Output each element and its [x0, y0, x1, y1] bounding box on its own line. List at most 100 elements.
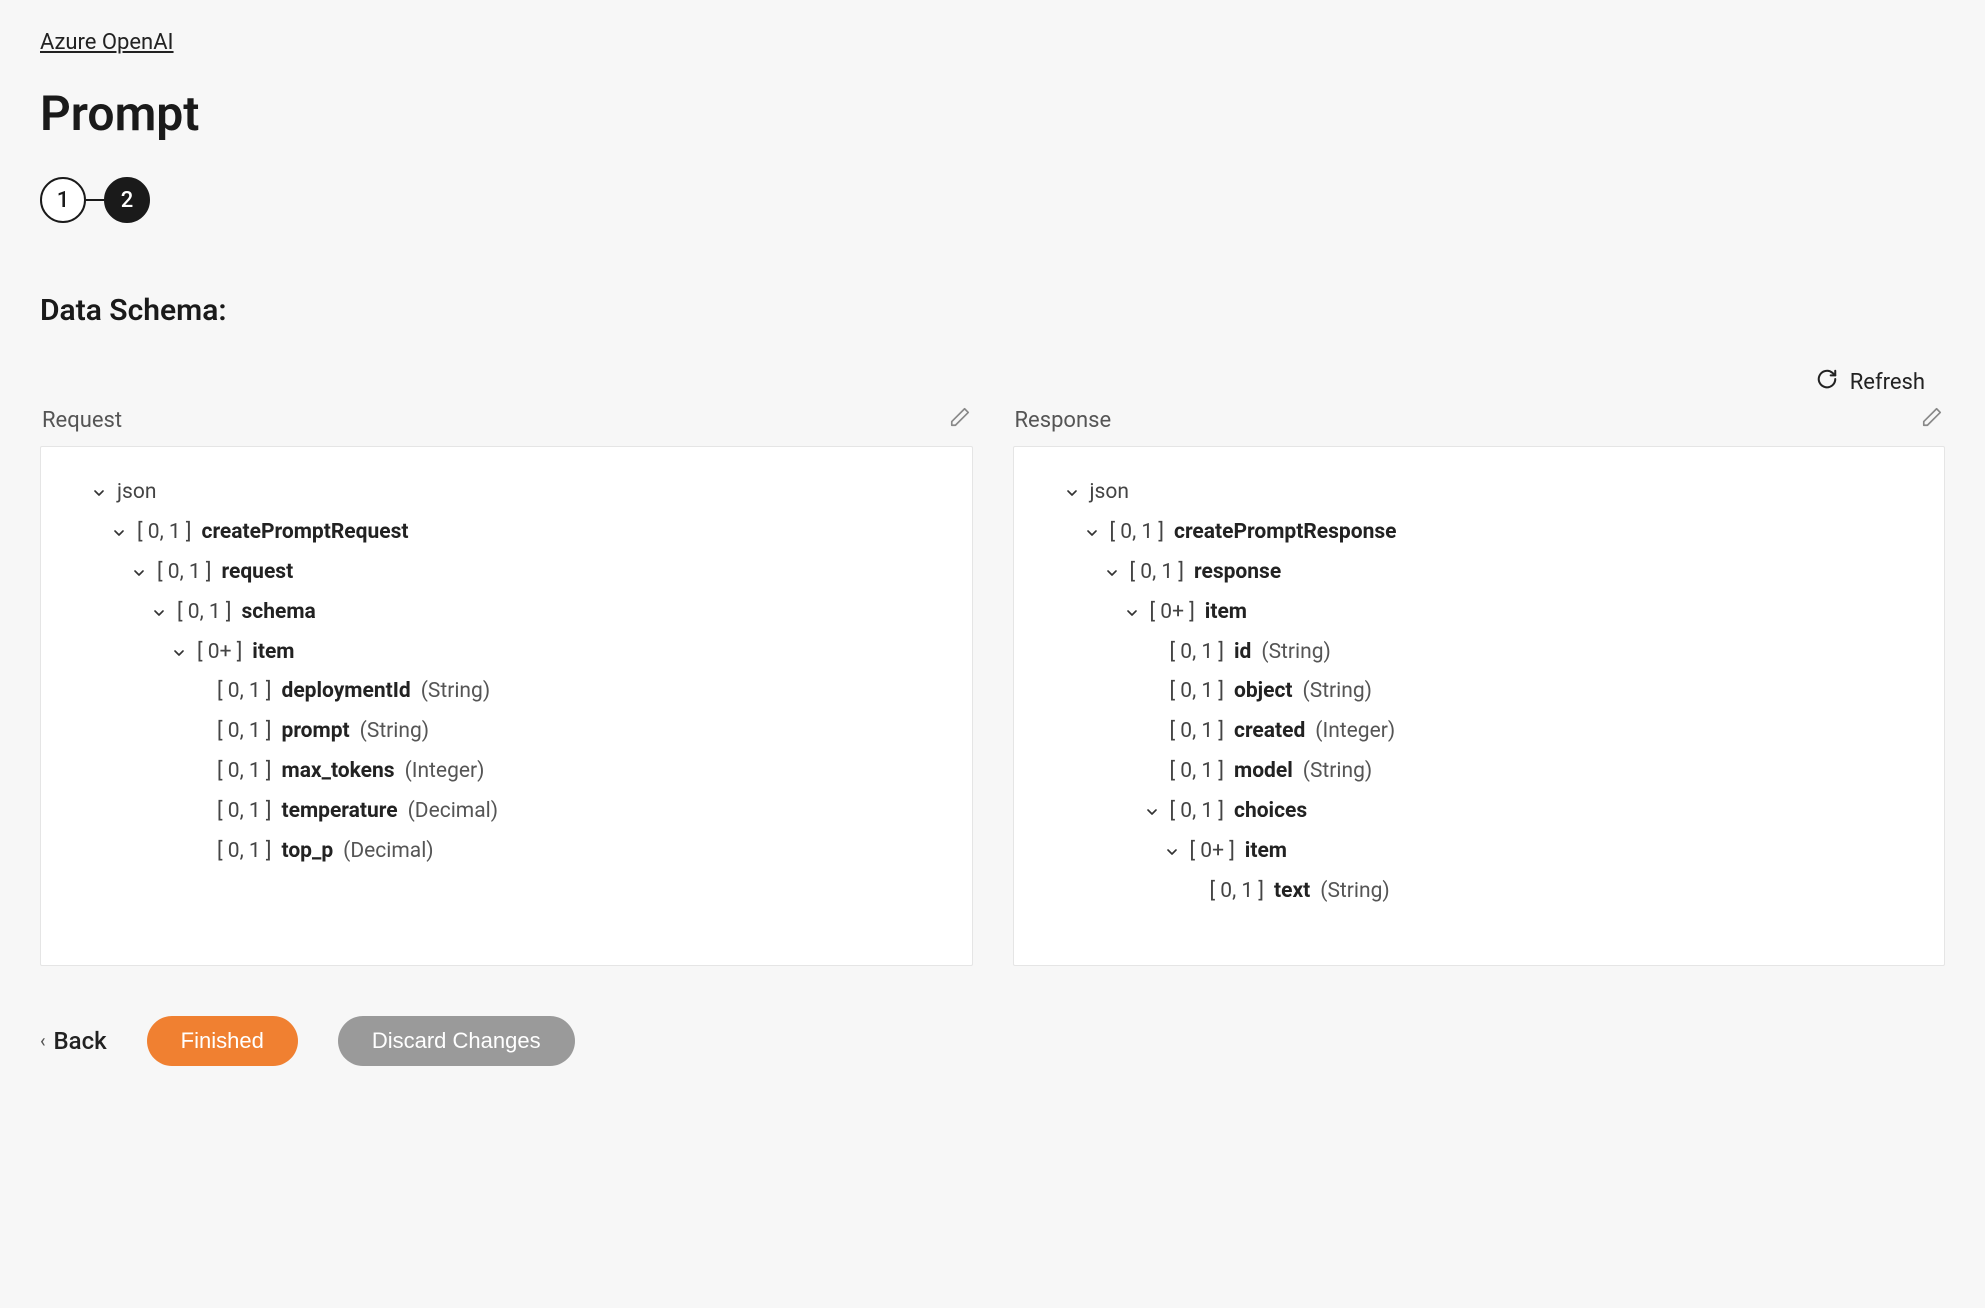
- refresh-button[interactable]: Refresh: [1816, 368, 1925, 396]
- request-column: Request json[ 0, 1 ]createPromptRequest[…: [40, 402, 973, 966]
- step-1[interactable]: 1: [40, 177, 86, 223]
- field-name: response: [1194, 553, 1281, 593]
- step-2[interactable]: 2: [104, 177, 150, 223]
- cardinality: [ 0, 1 ]: [177, 593, 232, 633]
- tree-row: [ 0, 1 ]created(Integer): [1044, 712, 1915, 752]
- chevron-down-icon[interactable]: [1084, 525, 1100, 541]
- cardinality: [ 0+ ]: [1190, 832, 1235, 872]
- field-name: object: [1234, 672, 1293, 712]
- breadcrumb-link[interactable]: Azure OpenAI: [40, 30, 174, 55]
- tree-row: [ 0, 1 ]createPromptResponse: [1044, 513, 1915, 553]
- back-label: Back: [54, 1027, 107, 1055]
- cardinality: [ 0, 1 ]: [217, 832, 272, 872]
- tree-row: [ 0, 1 ]request: [71, 553, 942, 593]
- field-name: item: [1245, 832, 1287, 872]
- response-label: Response: [1015, 408, 1112, 433]
- field-type: (String): [1303, 752, 1372, 792]
- field-type: (String): [421, 672, 490, 712]
- field-name: id: [1234, 633, 1251, 673]
- cardinality: [ 0, 1 ]: [1210, 872, 1265, 912]
- edit-response-button[interactable]: [1921, 406, 1943, 434]
- back-button[interactable]: ‹ Back: [40, 1027, 107, 1055]
- cardinality: [ 0+ ]: [197, 633, 242, 673]
- cardinality: [ 0, 1 ]: [1130, 553, 1185, 593]
- cardinality: [ 0, 1 ]: [1170, 712, 1225, 752]
- cardinality: [ 0, 1 ]: [1170, 633, 1225, 673]
- stepper: 1 2: [40, 177, 1945, 223]
- chevron-down-icon[interactable]: [1144, 804, 1160, 820]
- field-name: top_p: [282, 832, 334, 872]
- field-name: prompt: [282, 712, 350, 752]
- field-type: (Decimal): [408, 792, 498, 832]
- field-type: (String): [360, 712, 429, 752]
- cardinality: [ 0, 1 ]: [1110, 513, 1165, 553]
- field-name: choices: [1234, 792, 1307, 832]
- request-tree: json[ 0, 1 ]createPromptRequest[ 0, 1 ]r…: [71, 473, 942, 872]
- chevron-down-icon[interactable]: [1164, 844, 1180, 860]
- field-name: json: [117, 473, 156, 513]
- refresh-icon: [1816, 368, 1838, 396]
- field-type: (String): [1320, 872, 1389, 912]
- cardinality: [ 0, 1 ]: [217, 792, 272, 832]
- chevron-down-icon[interactable]: [151, 605, 167, 621]
- field-name: created: [1234, 712, 1305, 752]
- tree-row: [ 0, 1 ]model(String): [1044, 752, 1915, 792]
- field-name: temperature: [282, 792, 398, 832]
- field-name: request: [222, 553, 294, 593]
- tree-row: [ 0+ ]item: [1044, 832, 1915, 872]
- field-name: item: [252, 633, 294, 673]
- tree-row: [ 0, 1 ]temperature(Decimal): [71, 792, 942, 832]
- cardinality: [ 0, 1 ]: [137, 513, 192, 553]
- chevron-down-icon[interactable]: [131, 565, 147, 581]
- field-name: schema: [242, 593, 316, 633]
- tree-row: [ 0, 1 ]createPromptRequest: [71, 513, 942, 553]
- chevron-left-icon: ‹: [40, 1031, 46, 1052]
- tree-row: [ 0, 1 ]object(String): [1044, 672, 1915, 712]
- edit-request-button[interactable]: [949, 406, 971, 434]
- field-name: createPromptResponse: [1174, 513, 1396, 553]
- chevron-down-icon[interactable]: [1104, 565, 1120, 581]
- chevron-down-icon[interactable]: [111, 525, 127, 541]
- chevron-down-icon[interactable]: [91, 485, 107, 501]
- pencil-icon: [949, 409, 971, 434]
- discard-changes-button[interactable]: Discard Changes: [338, 1016, 575, 1066]
- field-name: createPromptRequest: [202, 513, 409, 553]
- cardinality: [ 0, 1 ]: [1170, 752, 1225, 792]
- response-card: json[ 0, 1 ]createPromptResponse[ 0, 1 ]…: [1013, 446, 1946, 966]
- tree-row: [ 0, 1 ]id(String): [1044, 633, 1915, 673]
- tree-row: [ 0, 1 ]response: [1044, 553, 1915, 593]
- tree-row: [ 0, 1 ]max_tokens(Integer): [71, 752, 942, 792]
- tree-row: [ 0+ ]item: [71, 633, 942, 673]
- response-tree: json[ 0, 1 ]createPromptResponse[ 0, 1 ]…: [1044, 473, 1915, 912]
- field-name: deploymentId: [282, 672, 411, 712]
- cardinality: [ 0, 1 ]: [157, 553, 212, 593]
- cardinality: [ 0, 1 ]: [1170, 792, 1225, 832]
- tree-row: [ 0+ ]item: [1044, 593, 1915, 633]
- tree-row: [ 0, 1 ]deploymentId(String): [71, 672, 942, 712]
- cardinality: [ 0+ ]: [1150, 593, 1195, 633]
- field-name: item: [1205, 593, 1247, 633]
- finished-button[interactable]: Finished: [147, 1016, 298, 1066]
- chevron-down-icon[interactable]: [171, 645, 187, 661]
- field-type: (String): [1303, 672, 1372, 712]
- pencil-icon: [1921, 409, 1943, 434]
- tree-row: [ 0, 1 ]schema: [71, 593, 942, 633]
- cardinality: [ 0, 1 ]: [217, 752, 272, 792]
- chevron-down-icon[interactable]: [1124, 605, 1140, 621]
- step-connector: [86, 199, 104, 201]
- field-name: text: [1274, 872, 1310, 912]
- response-column: Response json[ 0, 1 ]createPromptRespons…: [1013, 402, 1946, 966]
- field-name: model: [1234, 752, 1293, 792]
- field-name: json: [1090, 473, 1129, 513]
- field-name: max_tokens: [282, 752, 395, 792]
- tree-row: [ 0, 1 ]prompt(String): [71, 712, 942, 752]
- tree-row: [ 0, 1 ]text (String): [1044, 872, 1915, 912]
- refresh-label: Refresh: [1850, 370, 1925, 395]
- cardinality: [ 0, 1 ]: [1170, 672, 1225, 712]
- tree-row: json: [71, 473, 942, 513]
- section-heading: Data Schema:: [40, 293, 1945, 328]
- tree-row: json: [1044, 473, 1915, 513]
- tree-row: [ 0, 1 ]choices: [1044, 792, 1915, 832]
- chevron-down-icon[interactable]: [1064, 485, 1080, 501]
- request-label: Request: [42, 408, 122, 433]
